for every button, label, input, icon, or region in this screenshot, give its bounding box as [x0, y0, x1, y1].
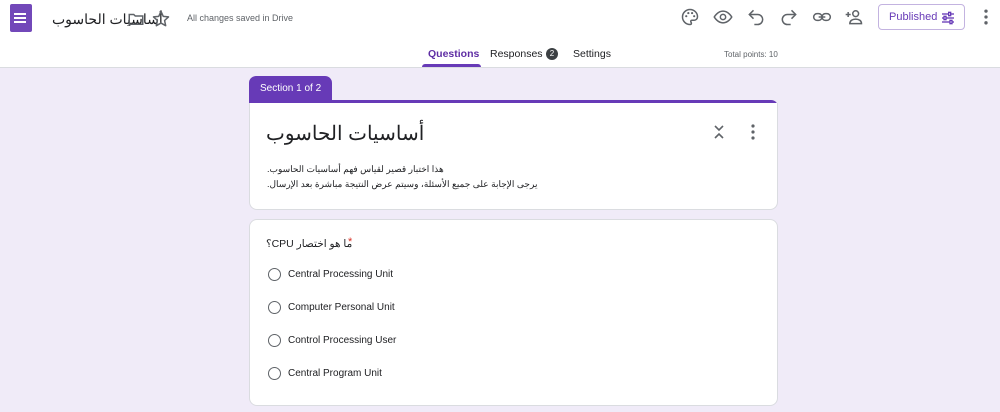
- collapse-section-icon[interactable]: [711, 123, 727, 141]
- tab-settings[interactable]: Settings: [573, 48, 611, 60]
- total-points-text: Total points: 10: [724, 50, 778, 59]
- radio-button[interactable]: [268, 300, 281, 314]
- redo-icon[interactable]: [779, 7, 799, 27]
- active-tab-indicator: [422, 64, 481, 67]
- section-description-line-2[interactable]: يرجى الإجابة على جميع الأسئلة، وسيتم عرض…: [267, 179, 537, 190]
- published-button[interactable]: Published: [878, 4, 965, 30]
- preview-eye-icon[interactable]: [713, 7, 733, 27]
- link-icon[interactable]: [812, 7, 832, 27]
- more-vert-icon[interactable]: [976, 7, 996, 27]
- publish-settings-icon: [942, 11, 954, 25]
- document-title[interactable]: أساسيات الحاسوب: [52, 11, 163, 28]
- add-collaborator-icon[interactable]: [844, 7, 864, 27]
- responses-count-badge: 2: [546, 48, 558, 60]
- radio-button[interactable]: [268, 366, 281, 380]
- section-title-card[interactable]: أساسيات الحاسوب هذا اختبار قصير لقياس فه…: [249, 103, 778, 210]
- option-3[interactable]: Control Processing User: [268, 333, 396, 347]
- forms-logo-icon[interactable]: [10, 4, 32, 32]
- option-label: Central Program Unit: [288, 367, 382, 379]
- tab-questions[interactable]: Questions: [428, 48, 479, 60]
- save-status-text: All changes saved in Drive: [187, 13, 294, 23]
- undo-icon[interactable]: [746, 7, 766, 27]
- section-more-icon[interactable]: [745, 123, 761, 141]
- radio-button[interactable]: [268, 267, 281, 281]
- question-text[interactable]: ما هو اختصار CPU؟: [266, 238, 352, 250]
- tab-responses[interactable]: Responses: [490, 48, 543, 60]
- question-card[interactable]: ما هو اختصار CPU؟ * Central Processing U…: [249, 219, 778, 406]
- option-label: Computer Personal Unit: [288, 301, 395, 313]
- option-label: Control Processing User: [288, 334, 397, 346]
- folder-icon[interactable]: [127, 10, 145, 28]
- top-app-bar: أساسيات الحاسوب All changes saved in Dri…: [0, 0, 1000, 68]
- palette-icon[interactable]: [680, 7, 700, 27]
- option-label: Central Processing Unit: [288, 268, 394, 280]
- section-description-line-1[interactable]: هذا اختبار قصير لقياس فهم أساسيات الحاسو…: [267, 164, 444, 175]
- radio-button[interactable]: [268, 333, 281, 347]
- option-2[interactable]: Computer Personal Unit: [268, 300, 395, 314]
- section-label: Section 1 of 2: [249, 76, 332, 101]
- required-asterisk: *: [348, 236, 353, 248]
- published-label: Published: [889, 11, 938, 23]
- option-1[interactable]: Central Processing Unit: [268, 267, 393, 281]
- option-4[interactable]: Central Program Unit: [268, 366, 382, 380]
- section-title[interactable]: أساسيات الحاسوب: [266, 121, 424, 146]
- star-icon[interactable]: [151, 9, 171, 29]
